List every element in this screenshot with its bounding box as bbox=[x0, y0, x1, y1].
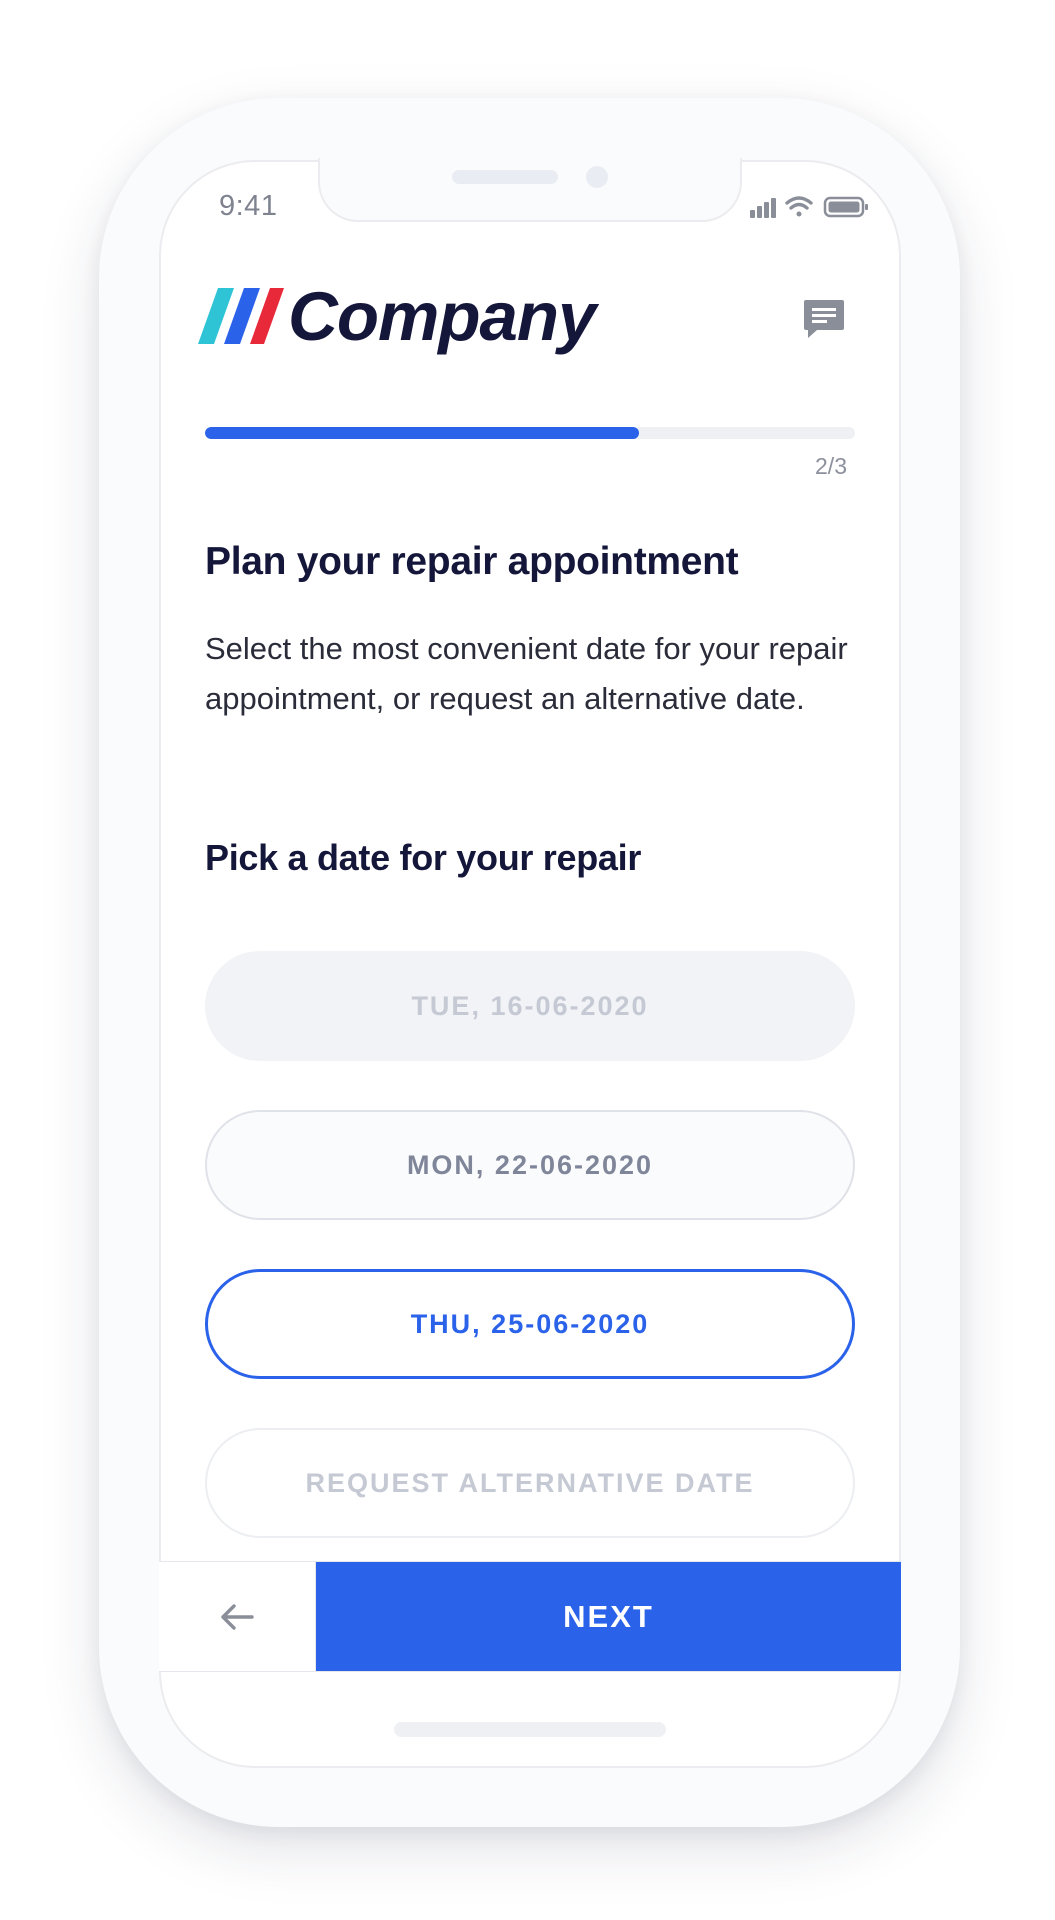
status-time: 9:41 bbox=[219, 190, 278, 222]
bottom-action-bar: NEXT bbox=[159, 1561, 901, 1672]
page-description: Select the most convenient date for your… bbox=[205, 631, 848, 716]
front-camera bbox=[586, 166, 608, 188]
progress-bar bbox=[205, 427, 855, 439]
phone-notch bbox=[318, 158, 742, 222]
section-subtitle: Pick a date for your repair bbox=[205, 837, 642, 878]
date-option-thu-25-06-2020[interactable]: THU, 25-06-2020 bbox=[205, 1269, 855, 1379]
chat-icon[interactable] bbox=[802, 297, 846, 341]
next-button[interactable]: NEXT bbox=[316, 1562, 901, 1671]
arrow-left-icon bbox=[221, 1603, 254, 1630]
date-option-mon-22-06-2020[interactable]: MON, 22-06-2020 bbox=[205, 1110, 855, 1220]
status-icons bbox=[750, 196, 868, 218]
wifi-icon bbox=[785, 196, 813, 217]
date-option-tue-16-06-2020[interactable]: TUE, 16-06-2020 bbox=[205, 951, 855, 1061]
speaker-grille bbox=[452, 170, 558, 184]
back-button[interactable] bbox=[159, 1562, 316, 1671]
brand-name: Company bbox=[288, 277, 596, 355]
brand-stripes-icon bbox=[198, 288, 284, 344]
home-indicator bbox=[394, 1722, 666, 1737]
battery-icon bbox=[823, 196, 868, 218]
page-title: Plan your repair appointment bbox=[205, 540, 739, 583]
progress-bar-fill bbox=[205, 427, 639, 439]
company-logo[interactable]: Company bbox=[198, 276, 596, 356]
request-alternative-date-button[interactable]: REQUEST ALTERNATIVE DATE bbox=[205, 1428, 855, 1538]
signal-icon bbox=[750, 198, 776, 218]
progress-step-label: 2/3 bbox=[815, 453, 847, 479]
